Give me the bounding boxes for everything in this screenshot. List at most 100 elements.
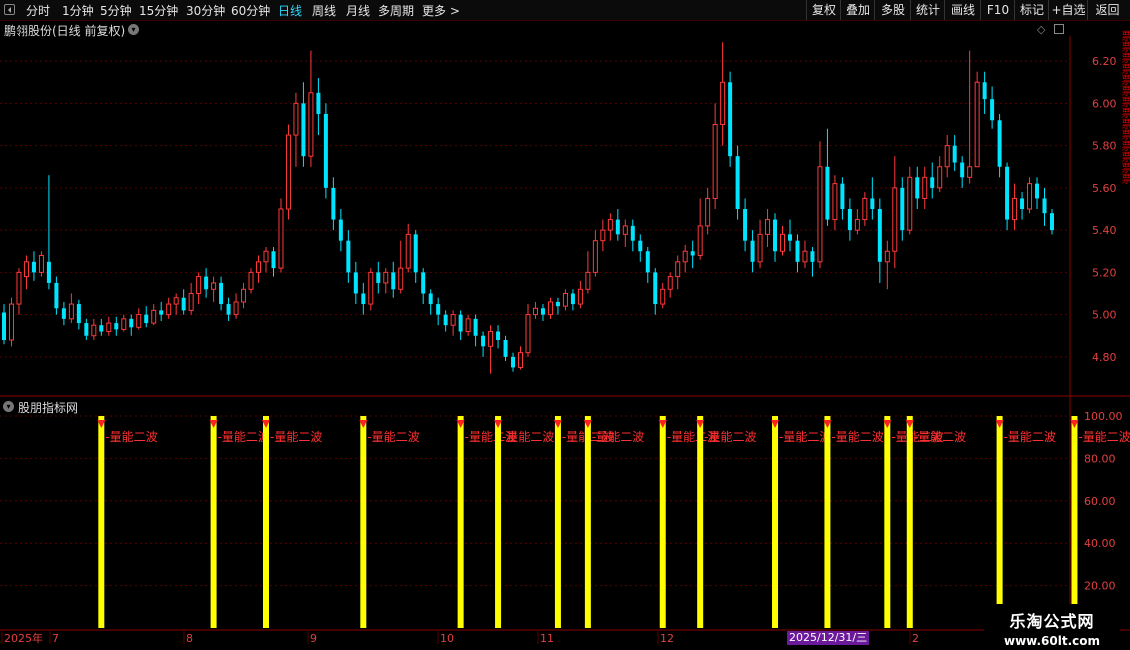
signal-label: -量能二波 <box>779 430 831 444</box>
signal-label: -量能二波 <box>704 430 756 444</box>
candle-body <box>166 303 172 316</box>
candle-body <box>562 293 568 307</box>
signal-bar <box>210 416 217 628</box>
candle-body <box>301 103 306 157</box>
side-list-column: 票票票票票票票票票票票票票票 <box>1120 30 1130 184</box>
candle-body <box>630 225 635 241</box>
signal-bar <box>98 416 105 628</box>
candle-body <box>600 229 606 242</box>
candle-body <box>990 99 995 121</box>
candle-body <box>615 219 620 235</box>
candle-body <box>61 308 66 319</box>
price-tick-label: 5.00 <box>1092 309 1117 322</box>
candle-body <box>870 198 875 209</box>
signal-bar <box>1071 416 1078 628</box>
signal-label: -量能二波 <box>105 430 157 444</box>
signal-label: -量能二波 <box>592 430 644 444</box>
watermark-url: www.60lt.com <box>1003 634 1101 648</box>
candle-body <box>398 267 404 290</box>
candle-body <box>256 261 262 273</box>
candle-body <box>16 271 22 305</box>
price-tick-label: 5.60 <box>1092 182 1117 195</box>
candle-body <box>353 272 358 294</box>
candle-body <box>547 301 553 316</box>
indicator-tick-label: 60.00 <box>1084 495 1116 508</box>
candle-body <box>473 318 478 336</box>
candle-body <box>847 209 852 231</box>
candle-body <box>511 356 516 368</box>
candle-body <box>8 303 14 341</box>
signal-bar <box>659 416 666 628</box>
candle-body <box>241 288 247 303</box>
signal-bar <box>884 416 891 628</box>
candle-body <box>121 318 127 330</box>
candle-body <box>503 339 508 357</box>
candle-body <box>129 318 134 328</box>
candle-body <box>248 271 254 290</box>
candle-body <box>690 251 695 256</box>
price-tick-label: 5.20 <box>1092 266 1117 279</box>
candle-body <box>982 82 987 100</box>
candle-body <box>204 276 209 290</box>
candle-body <box>1027 183 1033 210</box>
price-tick-label: 6.20 <box>1092 55 1117 68</box>
date-label: 2025年 <box>4 631 43 645</box>
candle-body <box>1020 198 1025 209</box>
candle-body <box>907 176 913 231</box>
candle-body <box>854 219 860 231</box>
candle-body <box>884 250 890 263</box>
candle-body <box>525 314 531 354</box>
candle-body <box>488 331 494 347</box>
date-label: 2 <box>912 632 919 645</box>
candle-body <box>31 261 36 273</box>
candle-body <box>555 301 560 307</box>
candle-body <box>825 166 830 220</box>
candle-body <box>76 304 81 324</box>
candle-body <box>1012 197 1018 221</box>
signal-label: -量能二波 <box>218 430 270 444</box>
candle-body <box>765 219 771 235</box>
candle-body <box>974 81 980 168</box>
chart-svg[interactable]: 6.20 6.00 5.80 5.60 5.40 5.20 5.00 4.80 100.00 80… <box>0 0 1130 650</box>
candle-body <box>465 318 471 333</box>
candle-body <box>233 301 239 316</box>
candle-body <box>450 314 456 326</box>
candle-body <box>1042 198 1047 214</box>
candle-body <box>892 187 898 252</box>
candle-body <box>997 120 1002 167</box>
candle-body <box>226 304 231 315</box>
candle-body <box>308 92 314 157</box>
candle-body <box>361 293 366 305</box>
candle-body <box>481 335 486 347</box>
candle-body <box>368 271 374 305</box>
candle-body <box>675 261 681 278</box>
candle-body <box>413 234 418 273</box>
candle-body <box>114 323 119 330</box>
candle-body <box>46 261 51 283</box>
candle-body <box>421 272 426 294</box>
signal-bar <box>906 416 913 628</box>
candle-body <box>667 276 673 290</box>
candle-body <box>285 134 291 210</box>
candle-body <box>743 209 748 241</box>
candle-body <box>653 272 658 305</box>
candle-body <box>316 92 321 114</box>
candle-body <box>780 233 786 252</box>
watermark-logo: 乐淘公式网 www.60lt.com <box>984 604 1120 650</box>
date-label: 8 <box>186 632 193 645</box>
signal-bar <box>996 416 1003 628</box>
candle-body <box>735 156 740 209</box>
candle-body <box>436 304 441 315</box>
date-label: 12 <box>660 632 674 645</box>
candle-body <box>99 325 104 332</box>
signal-label: -量能二波 <box>502 430 554 444</box>
indicator-tick-label: 80.00 <box>1084 452 1116 465</box>
selected-date-badge: 2025/12/31/三 <box>787 631 870 645</box>
candle-body <box>622 225 628 235</box>
candle-body <box>518 352 524 368</box>
candle-body <box>211 282 217 290</box>
candle-body <box>1035 183 1040 199</box>
candle-body <box>173 297 179 305</box>
date-label: 10 <box>440 632 454 645</box>
signal-bar <box>824 416 831 628</box>
